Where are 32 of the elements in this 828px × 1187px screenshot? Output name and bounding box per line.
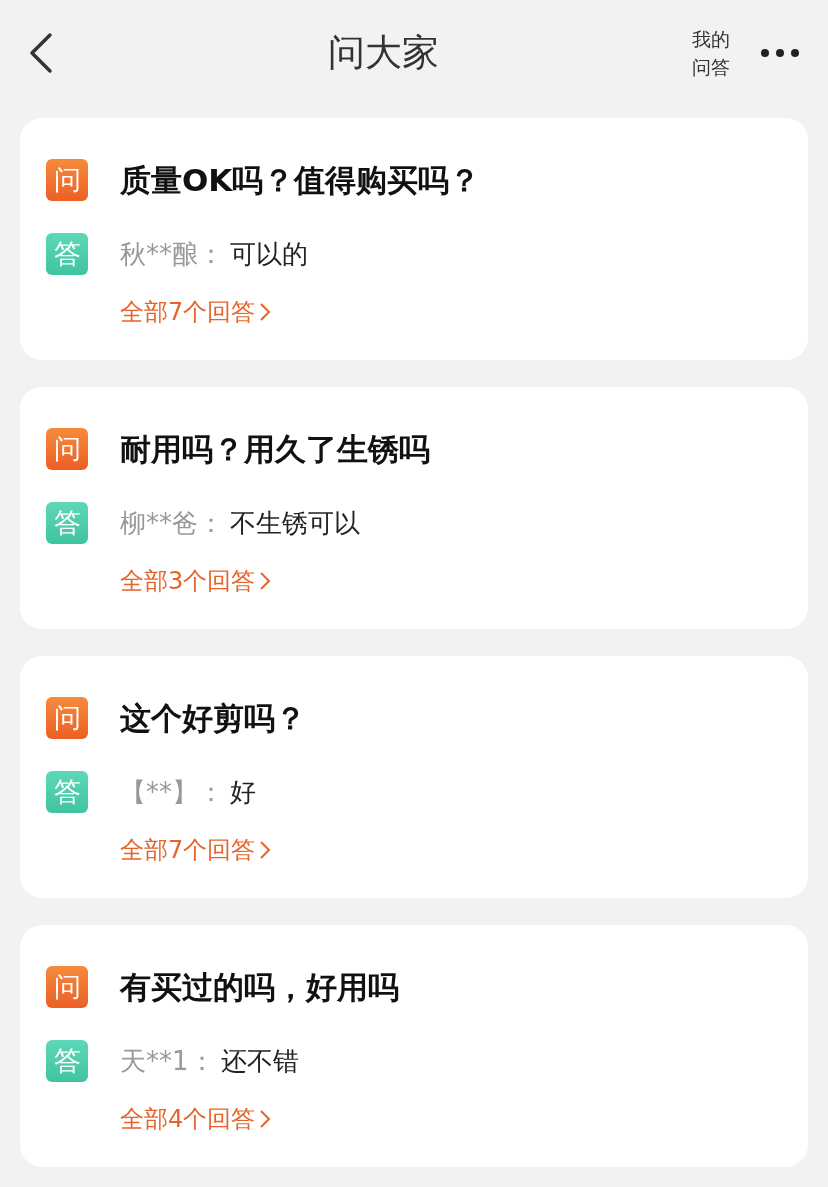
question-badge: 问	[46, 428, 88, 470]
answer-text: 还不错	[220, 1044, 299, 1078]
answer-badge: 答	[46, 502, 88, 544]
answer-badge: 答	[46, 1040, 88, 1082]
answerer-name: 【**】：	[120, 775, 224, 809]
answer-text: 好	[230, 775, 256, 809]
chevron-icon	[259, 1108, 272, 1130]
question-badge: 问	[46, 697, 88, 739]
answer-badge: 答	[46, 233, 88, 275]
answerer-name: 天**1：	[120, 1044, 215, 1078]
chevron-icon	[259, 839, 272, 861]
chevron-icon	[259, 301, 272, 323]
question-card[interactable]: 问 这个好剪吗？ 答 【**】： 好 全部7个回答	[20, 656, 808, 898]
my-answers-button[interactable]: 我的 问答	[692, 24, 730, 81]
question-badge: 问	[46, 966, 88, 1008]
answer-badge: 答	[46, 771, 88, 813]
more-icon[interactable]	[760, 47, 800, 58]
answer-text: 不生锈可以	[230, 506, 360, 540]
question-card[interactable]: 问 质量OK吗？值得购买吗？ 答 秋**酿： 可以的 全部7个回答	[20, 118, 808, 360]
answerer-name: 秋**酿：	[120, 237, 224, 271]
answer-text: 可以的	[230, 237, 308, 271]
chevron-icon	[259, 570, 272, 592]
page-title: 问大家	[327, 29, 439, 76]
back-icon[interactable]	[28, 31, 54, 74]
question-text: 耐用吗？用久了生锈吗	[120, 429, 430, 469]
question-card[interactable]: 问 耐用吗？用久了生锈吗 答 柳**爸： 不生锈可以 全部3个回答	[20, 387, 808, 629]
question-badge: 问	[46, 159, 88, 201]
question-text: 质量OK吗？值得购买吗？	[120, 160, 481, 200]
answerer-name: 柳**爸：	[120, 506, 224, 540]
question-text: 这个好剪吗？	[120, 698, 306, 738]
question-card[interactable]: 问 有买过的吗，好用吗 答 天**1： 还不错 全部4个回答	[20, 925, 808, 1167]
question-text: 有买过的吗，好用吗	[120, 967, 399, 1007]
